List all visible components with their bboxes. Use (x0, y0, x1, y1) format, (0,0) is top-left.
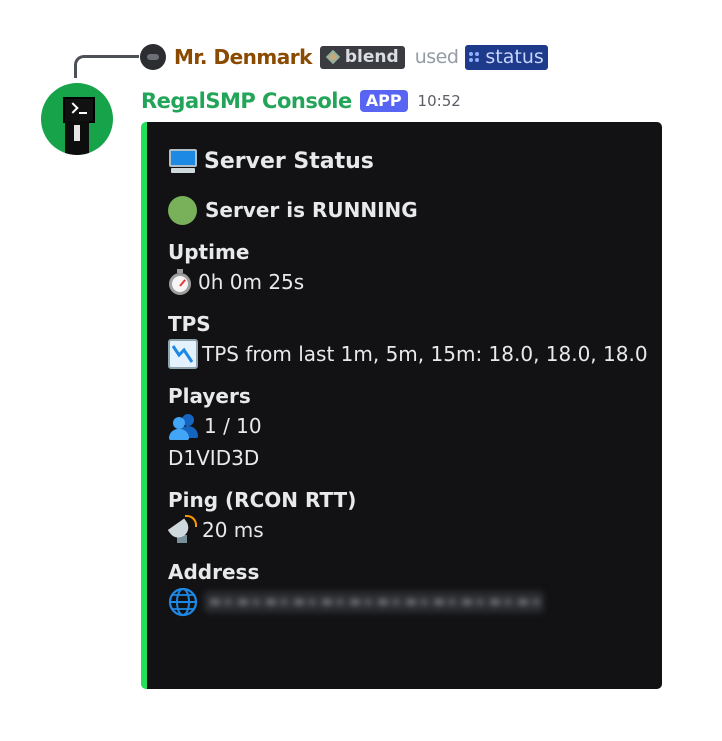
server-tag-icon (325, 49, 340, 64)
players-list: D1VID3D (168, 446, 260, 470)
players-count: 1 / 10 (204, 414, 262, 438)
stopwatch-icon (168, 269, 194, 295)
discord-message: Mr. Denmark blend used status RegalSMP C… (0, 0, 722, 741)
field-value (168, 586, 662, 618)
desktop-computer-icon (168, 148, 198, 174)
field-name: Players (168, 384, 251, 408)
reply-connector (74, 55, 139, 78)
field-value: 1 / 10 (168, 410, 662, 442)
busts-in-silhouette-icon (168, 412, 200, 440)
app-badge: APP (359, 90, 408, 112)
redacted-address (204, 591, 544, 613)
message-timestamp[interactable]: 10:52 (418, 92, 461, 110)
field-name: Address (168, 560, 260, 584)
field-name: TPS (168, 312, 211, 336)
slash-command-mention[interactable]: status (465, 44, 548, 70)
field-uptime: Uptime 0h 0m 25s (168, 238, 662, 298)
field-name: Ping (RCON RTT) (168, 488, 357, 512)
field-tps: TPS TPS from last 1m, 5m, 15m: 18.0, 18.… (168, 310, 662, 370)
field-name: Uptime (168, 240, 250, 264)
server-status-text: Server is RUNNING (205, 198, 418, 222)
field-address: Address (168, 558, 662, 618)
green-circle-icon (168, 195, 197, 225)
reply-reference[interactable]: Mr. Denmark blend used status (140, 42, 548, 72)
server-status-line: Server is RUNNING (168, 194, 662, 226)
server-tag[interactable]: blend (319, 45, 405, 69)
field-players: Players 1 / 10 D1VID3D (168, 382, 662, 474)
slash-command-label: status (485, 45, 544, 68)
field-value: 0h 0m 25s (168, 266, 662, 298)
reply-used-text: used (414, 46, 459, 68)
uptime-value: 0h 0m 25s (198, 270, 305, 294)
satellite-antenna-icon (167, 515, 198, 545)
tps-value: TPS from last 1m, 5m, 15m: 18.0, 18.0, 1… (202, 342, 648, 366)
slash-command-icon (469, 51, 480, 62)
bot-username[interactable]: RegalSMP Console (141, 89, 352, 113)
status-embed: Server Status Server is RUNNING Uptime 0… (141, 122, 662, 689)
globe-icon (168, 587, 198, 617)
field-value: 20 ms (167, 514, 662, 546)
embed-title-text: Server Status (204, 148, 374, 174)
bot-avatar[interactable] (41, 83, 113, 155)
server-tag-label: blend (344, 46, 399, 67)
reply-avatar[interactable] (140, 44, 166, 70)
message-header: RegalSMP Console APP 10:52 (141, 86, 461, 116)
field-ping: Ping (RCON RTT) 20 ms (167, 486, 662, 546)
ping-value: 20 ms (202, 518, 264, 542)
chart-decreasing-icon (168, 339, 198, 369)
reply-username[interactable]: Mr. Denmark (174, 45, 312, 69)
field-value: TPS from last 1m, 5m, 15m: 18.0, 18.0, 1… (168, 338, 662, 370)
embed-title: Server Status (168, 146, 662, 176)
